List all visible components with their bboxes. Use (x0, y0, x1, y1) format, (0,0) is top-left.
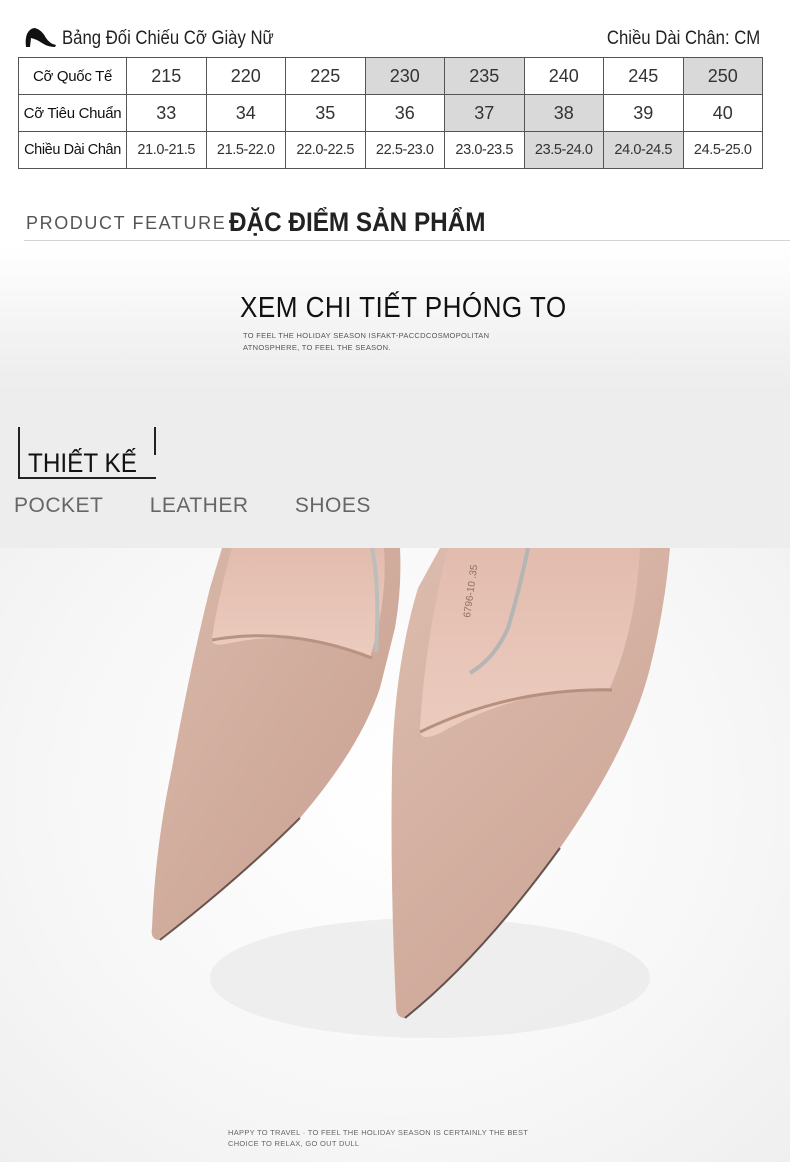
zoom-title: XEM CHI TIẾT PHÓNG TO (240, 292, 567, 324)
size-cell: 36 (364, 94, 445, 132)
row-foot-length: Chiều Dài Chân 21.0-21.5 21.5-22.0 22.0-22.… (18, 131, 763, 169)
size-cell: 215 (126, 57, 207, 95)
size-cell: 225 (285, 57, 366, 95)
divider (24, 240, 790, 241)
size-cell: 220 (205, 57, 286, 95)
row-header: Cỡ Quốc Tế (18, 57, 127, 95)
size-cell: 22.5-23.0 (364, 131, 445, 169)
size-cell: 35 (285, 94, 366, 132)
size-cell: 22.0-22.5 (285, 131, 366, 169)
size-cell: 235 (444, 57, 525, 95)
feature-label-en: PRODUCT FEATURE (26, 213, 227, 233)
size-chart-unit: Chiều Dài Chân: CM (606, 28, 760, 49)
keyword-pocket: POCKET (14, 494, 104, 517)
size-table: Cỡ Quốc Tế 215 220 225 230 235 240 245 250 Cỡ Tiê… (18, 57, 763, 169)
high-heel-icon (25, 28, 56, 47)
row-international-size: Cỡ Quốc Tế 215 220 225 230 235 240 245 250 (18, 57, 763, 95)
size-cell: 240 (523, 57, 604, 95)
size-cell: 34 (205, 94, 286, 132)
keyword-leather: LEATHER (149, 494, 249, 517)
size-cell: 37 (444, 94, 525, 132)
size-cell: 23.0-23.5 (444, 131, 525, 169)
zoom-subtitle-line1: TO FEEL THE HOLIDAY SEASON ISFAKT-PACCDC… (243, 331, 490, 340)
zoom-section: XEM CHI TIẾT PHÓNG TO TO FEEL THE HOLIDA… (0, 244, 790, 394)
product-feature-heading: PRODUCT FEATURE ĐẶC ĐIỂM SẢN PHẨM (24, 206, 790, 242)
size-cell: 23.5-24.0 (523, 131, 604, 169)
design-keywords: POCKET LEATHER SHOES (14, 494, 393, 518)
size-chart-header: Bảng Đối Chiếu Cỡ Giày Nữ Chiều Dài Chân… (18, 20, 762, 56)
design-title: THIẾT KẾ (28, 448, 137, 478)
row-standard-size: Cỡ Tiêu Chuẩn 33 34 35 36 37 38 39 40 (18, 94, 763, 132)
row-header: Cỡ Tiêu Chuẩn (18, 94, 127, 132)
size-cell: 38 (523, 94, 604, 132)
suede-pumps-image: 6796-10 .35 (151, 548, 670, 1038)
size-cell: 245 (603, 57, 684, 95)
size-cell: 230 (364, 57, 445, 95)
size-cell: 24.0-24.5 (603, 131, 684, 169)
photo-caption-line1: HAPPY TO TRAVEL · TO FEEL THE HOLIDAY SE… (228, 1128, 529, 1137)
size-cell: 33 (126, 94, 207, 132)
size-cell: 39 (603, 94, 684, 132)
size-cell: 40 (682, 94, 763, 132)
design-banner: THIẾT KẾ POCKET LEATHER SHOES (0, 394, 790, 548)
feature-label-vn: ĐẶC ĐIỂM SẢN PHẨM (229, 207, 486, 237)
size-chart-title: Bảng Đối Chiếu Cỡ Giày Nữ (62, 28, 274, 49)
size-cell: 250 (682, 57, 763, 95)
zoom-subtitle-line2: ATNOSPHERE, TO FEEL THE SEASON. (243, 343, 391, 352)
row-header: Chiều Dài Chân (18, 131, 127, 169)
size-cell: 21.5-22.0 (205, 131, 286, 169)
photo-caption-line2: CHOICE TO RELAX, GO OUT DULL (228, 1139, 360, 1148)
shoe-photo: 6796-10 .35 HAPPY TO TRAVEL · TO FEEL TH… (0, 548, 790, 1162)
size-cell: 21.0-21.5 (126, 131, 207, 169)
size-cell: 24.5-25.0 (682, 131, 763, 169)
keyword-shoes: SHOES (294, 494, 371, 517)
